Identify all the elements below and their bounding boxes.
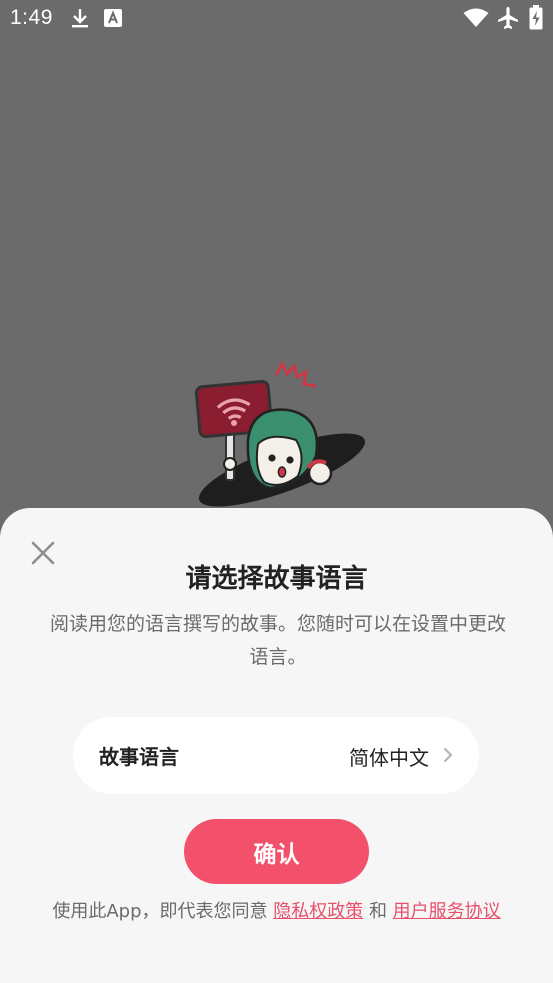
consent-prefix: 使用此App，即代表您同意: [52, 901, 274, 922]
consent-connector: 和: [363, 901, 393, 922]
mascot-illustration: [194, 360, 366, 507]
story-language-label: 故事语言: [99, 745, 179, 769]
dialog-title: 请选择故事语言: [185, 564, 368, 594]
chevron-right-icon: [443, 747, 453, 763]
dialog-description: 阅读用您的语言撰写的故事。您随时可以在设置中更改语言。: [50, 613, 507, 668]
a-notification-icon: [104, 9, 122, 27]
story-language-selector[interactable]: 故事语言 简体中文: [73, 717, 479, 794]
status-bar: 1:49: [0, 0, 553, 38]
story-language-value: 简体中文: [349, 746, 429, 770]
wifi-icon: [463, 8, 489, 27]
user-agreement-link[interactable]: 用户服务协议: [393, 901, 501, 922]
battery-charging-icon: [529, 5, 543, 30]
consent-footer: 使用此App，即代表您同意 隐私权政策 和 用户服务协议: [40, 897, 513, 927]
privacy-policy-link[interactable]: 隐私权政策: [273, 901, 363, 922]
airplane-mode-icon: [498, 7, 518, 29]
language-dialog: 请选择故事语言 阅读用您的语言撰写的故事。您随时可以在设置中更改语言。 故事语言…: [0, 508, 553, 983]
status-time: 1:49: [10, 6, 53, 29]
confirm-button[interactable]: 确认: [184, 819, 369, 884]
download-icon: [72, 9, 88, 28]
